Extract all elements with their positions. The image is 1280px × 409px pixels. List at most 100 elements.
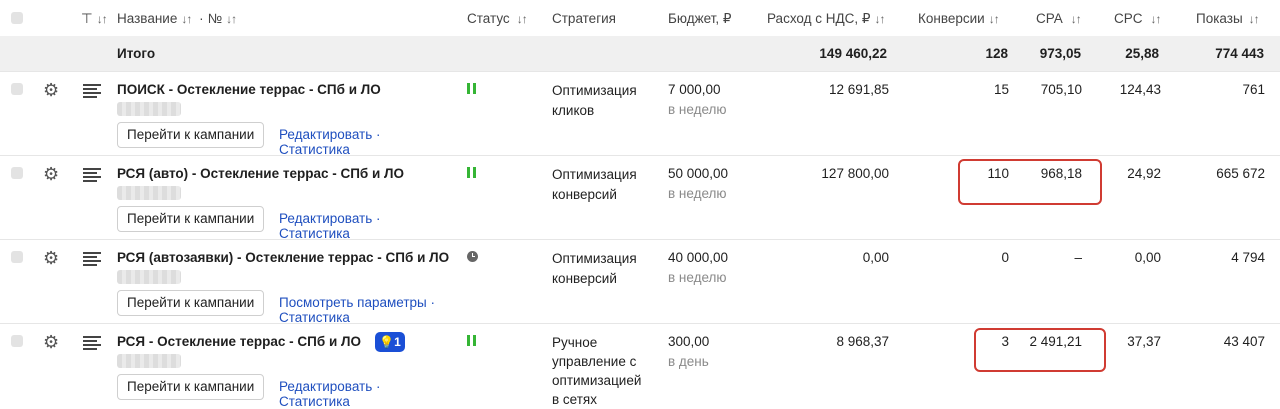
table-row: ⚙ РСЯ (автозаявки) - Остекление террас -… xyxy=(0,239,1280,325)
row-checkbox[interactable] xyxy=(11,167,23,179)
row-checkbox[interactable] xyxy=(11,251,23,263)
number-header-label: № xyxy=(207,11,223,26)
cpc-value: 124,43 xyxy=(1119,82,1161,97)
go-to-campaign-button[interactable]: Перейти к кампании xyxy=(117,374,265,400)
filter-icon: ⊤ xyxy=(81,11,93,26)
budget-value: 7 000,00 xyxy=(668,82,721,97)
totals-label: Итого xyxy=(117,46,156,61)
pause-icon xyxy=(467,335,477,346)
select-all-checkbox[interactable] xyxy=(11,12,23,24)
totals-spend: 149 460,22 xyxy=(819,46,887,61)
row-checkbox[interactable] xyxy=(11,83,23,95)
sort-icon: ↓↑ xyxy=(874,12,886,26)
status-header-label: Статус xyxy=(467,11,510,26)
impressions-header-label: Показы xyxy=(1196,11,1243,26)
cpa-header-label: CPA xyxy=(1036,11,1063,26)
gear-icon[interactable]: ⚙ xyxy=(43,81,59,99)
column-header-budget: Бюджет, ₽ xyxy=(668,11,732,26)
conversions-value: 0 xyxy=(1001,250,1009,265)
view-parameters-link[interactable]: Посмотреть параметры xyxy=(279,295,427,310)
table-row: ⚙ РСЯ (авто) - Остекление террас - СПб и… xyxy=(0,155,1280,241)
campaign-id-redacted xyxy=(117,270,181,284)
column-header-name[interactable]: Название ↓↑ · № ↓↑ xyxy=(117,11,237,26)
impressions-value: 665 672 xyxy=(1216,166,1265,181)
campaign-actions: Редактировать · Статистика xyxy=(279,379,455,409)
cpc-value: 0,00 xyxy=(1134,250,1161,265)
budget-value: 50 000,00 xyxy=(668,166,729,181)
sort-icon: ↓↑ xyxy=(226,12,237,26)
lightbulb-icon: 💡 xyxy=(379,335,395,349)
table-row: ⚙ ПОИСК - Остекление террас - СПб и ЛО О… xyxy=(0,71,1280,157)
pause-icon xyxy=(467,83,477,94)
link-separator: · xyxy=(430,295,436,310)
sort-icon: ↓↑ xyxy=(1248,12,1260,26)
campaign-id-redacted xyxy=(117,186,181,200)
impressions-value: 43 407 xyxy=(1223,334,1265,349)
column-header-cpa[interactable]: CPA ↓↑ xyxy=(1036,11,1082,26)
spend-value: 8 968,37 xyxy=(836,334,889,349)
column-header-strategy: Стратегия xyxy=(552,11,616,26)
campaign-actions: Редактировать · Статистика xyxy=(279,127,455,157)
cpc-value: 37,37 xyxy=(1127,334,1161,349)
go-to-campaign-button[interactable]: Перейти к кампании xyxy=(117,206,265,232)
column-header-cpc[interactable]: CPC ↓↑ xyxy=(1114,11,1162,26)
column-header-spend[interactable]: Расход с НДС, ₽ ↓↑ xyxy=(767,11,886,27)
edit-link[interactable]: Редактировать xyxy=(279,379,372,394)
impressions-value: 4 794 xyxy=(1231,250,1265,265)
go-to-campaign-button[interactable]: Перейти к кампании xyxy=(117,290,265,316)
campaign-name[interactable]: РСЯ (авто) - Остекление террас - СПб и Л… xyxy=(117,166,404,181)
cpa-value: – xyxy=(1074,250,1082,265)
budget-value: 40 000,00 xyxy=(668,250,729,265)
sort-icon: ↓↑ xyxy=(516,12,528,26)
campaign-id-redacted xyxy=(117,102,181,116)
statistics-link[interactable]: Статистика xyxy=(279,394,350,409)
recommendation-badge[interactable]: 💡1 xyxy=(375,332,405,352)
list-icon[interactable] xyxy=(83,168,101,182)
campaign-actions: Редактировать · Статистика xyxy=(279,211,455,241)
campaign-actions: Посмотреть параметры · Статистика xyxy=(279,295,455,325)
cpa-value: 705,10 xyxy=(1040,82,1082,97)
column-header-status[interactable]: Статус ↓↑ xyxy=(467,11,528,26)
list-icon[interactable] xyxy=(83,336,101,350)
spend-value: 127 800,00 xyxy=(821,166,889,181)
campaign-name[interactable]: РСЯ (автозаявки) - Остекление террас - С… xyxy=(117,250,449,265)
sort-icon: ↓↑ xyxy=(988,12,1000,26)
row-checkbox[interactable] xyxy=(11,335,23,347)
list-icon[interactable] xyxy=(83,84,101,98)
totals-cpa: 973,05 xyxy=(1039,46,1081,61)
budget-period: в неделю xyxy=(668,186,727,201)
sort-icon: ↓↑ xyxy=(96,12,108,26)
column-header-conversions[interactable]: Конверсии ↓↑ xyxy=(918,11,1000,26)
sort-icon: ↓↑ xyxy=(1070,12,1082,26)
name-header-label: Название xyxy=(117,11,178,26)
campaign-name[interactable]: РСЯ - Остекление террас - СПб и ЛО xyxy=(117,334,361,349)
header-separator: · xyxy=(199,11,204,26)
list-icon[interactable] xyxy=(83,252,101,266)
edit-link[interactable]: Редактировать xyxy=(279,211,372,226)
totals-conversions: 128 xyxy=(985,46,1008,61)
column-header-impressions[interactable]: Показы ↓↑ xyxy=(1196,11,1260,26)
budget-value: 300,00 xyxy=(668,334,710,349)
gear-icon[interactable]: ⚙ xyxy=(43,249,59,267)
totals-impressions: 774 443 xyxy=(1215,46,1264,61)
gear-icon[interactable]: ⚙ xyxy=(43,333,59,351)
budget-period: в день xyxy=(668,354,709,369)
campaign-name[interactable]: ПОИСК - Остекление террас - СПб и ЛО xyxy=(117,82,381,97)
campaigns-table: ⊤ ↓↑ Название ↓↑ · № ↓↑ Статус ↓↑ Стратегия Б… xyxy=(0,0,1280,409)
go-to-campaign-button[interactable]: Перейти к кампании xyxy=(117,122,265,148)
edit-link[interactable]: Редактировать xyxy=(279,127,372,142)
impressions-value: 761 xyxy=(1242,82,1265,97)
sort-icon: ↓↑ xyxy=(181,12,192,26)
link-separator: · xyxy=(376,379,381,394)
totals-cpc: 25,88 xyxy=(1125,46,1159,61)
budget-period: в неделю xyxy=(668,102,727,117)
filter-sort-control[interactable]: ⊤ ↓↑ xyxy=(81,11,108,27)
pause-icon xyxy=(467,167,477,178)
gear-icon[interactable]: ⚙ xyxy=(43,165,59,183)
link-separator: · xyxy=(376,127,381,142)
table-header: ⊤ ↓↑ Название ↓↑ · № ↓↑ Статус ↓↑ Стратегия Б… xyxy=(0,0,1280,37)
cpc-value: 24,92 xyxy=(1127,166,1161,181)
link-separator: · xyxy=(376,211,381,226)
sort-icon: ↓↑ xyxy=(1150,12,1162,26)
clock-icon xyxy=(467,251,478,262)
